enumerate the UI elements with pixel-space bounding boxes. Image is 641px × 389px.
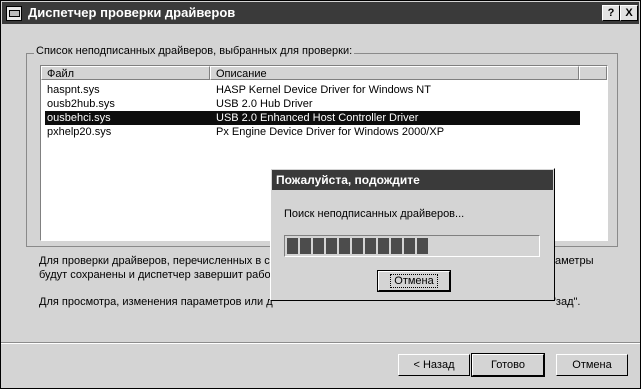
driver-verifier-window: Диспетчер проверки драйверов ? X Список … xyxy=(0,0,641,389)
progress-block xyxy=(391,238,402,254)
row-description: USB 2.0 Enhanced Host Controller Driver xyxy=(216,112,419,124)
list-row[interactable]: ousb2hub.sys USB 2.0 Hub Driver xyxy=(45,97,580,111)
row-file: ousb2hub.sys xyxy=(47,98,115,110)
window-app-icon xyxy=(6,6,22,21)
progress-block xyxy=(300,238,311,254)
progress-block xyxy=(313,238,324,254)
progress-block xyxy=(352,238,363,254)
title-bar: Диспетчер проверки драйверов ? X xyxy=(2,2,639,24)
progress-dialog-title: Пожалуйста, подождите xyxy=(276,173,420,187)
progress-message: Поиск неподписанных драйверов... xyxy=(284,208,465,220)
progress-dialog: Пожалуйста, подождите Поиск неподписанны… xyxy=(270,168,555,301)
row-description: USB 2.0 Hub Driver xyxy=(216,98,313,110)
row-file: pxhelp20.sys xyxy=(47,126,112,138)
progress-block xyxy=(404,238,415,254)
row-file: ousbehci.sys xyxy=(47,112,111,124)
progress-cancel-button[interactable]: Отмена xyxy=(377,270,451,292)
column-header-file[interactable]: Файл xyxy=(41,66,210,80)
info-line-3-tail: "зад". xyxy=(552,296,581,308)
info-line-2: будут сохранены и диспетчер завершит раб… xyxy=(39,269,276,281)
window-title: Диспетчер проверки драйверов xyxy=(28,5,236,20)
list-row[interactable]: haspnt.sys HASP Kernel Device Driver for… xyxy=(45,83,580,97)
footer-divider xyxy=(1,342,640,344)
progress-dialog-title-bar: Пожалуйста, подождите xyxy=(272,170,553,190)
progress-block xyxy=(417,238,428,254)
group-label: Список неподписанных драйверов, выбранны… xyxy=(34,45,355,57)
list-row[interactable]: pxhelp20.sys Px Engine Device Driver for… xyxy=(45,125,580,139)
row-description: Px Engine Device Driver for Windows 2000… xyxy=(216,126,445,138)
info-line-1: Для проверки драйверов, перечисленных в … xyxy=(39,255,270,267)
help-button[interactable]: ? xyxy=(602,5,620,21)
close-button[interactable]: X xyxy=(620,5,638,21)
progress-block xyxy=(326,238,337,254)
cancel-button[interactable]: Отмена xyxy=(556,354,628,376)
info-line-3: Для просмотра, изменения параметров или … xyxy=(39,296,273,308)
column-header-filler xyxy=(579,66,607,80)
row-file: haspnt.sys xyxy=(47,84,100,96)
progress-block xyxy=(339,238,350,254)
progress-cancel-label: Отмена xyxy=(390,274,438,288)
progress-block xyxy=(287,238,298,254)
row-description: HASP Kernel Device Driver for Windows NT xyxy=(216,84,431,96)
info-line-1-tail: аметры xyxy=(555,255,594,267)
finish-button[interactable]: Готово xyxy=(471,353,545,377)
list-row-selected[interactable]: ousbehci.sys USB 2.0 Enhanced Host Contr… xyxy=(45,111,580,125)
progress-bar xyxy=(284,235,540,257)
list-header: Файл Описание xyxy=(41,66,607,81)
column-header-description[interactable]: Описание xyxy=(210,66,579,80)
back-button[interactable]: < Назад xyxy=(398,354,470,376)
progress-block xyxy=(378,238,389,254)
progress-block xyxy=(365,238,376,254)
